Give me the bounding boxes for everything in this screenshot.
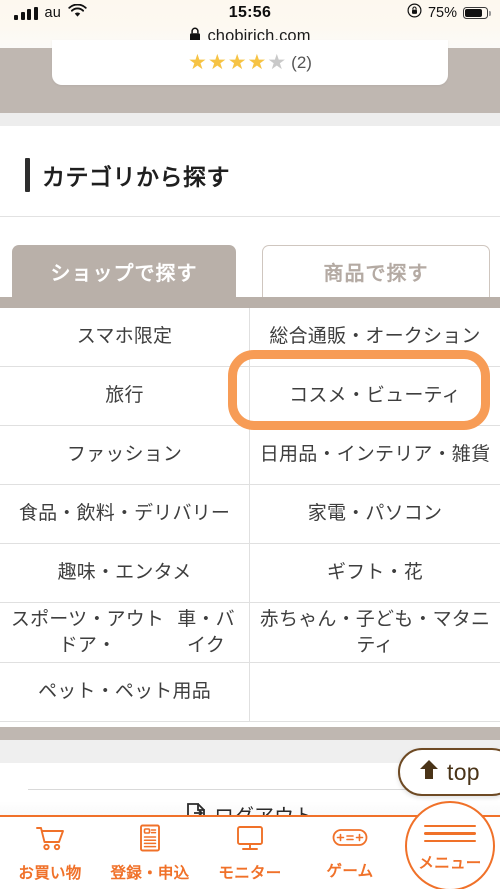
nav-item-menu[interactable]: メニュー: [400, 801, 500, 889]
bottom-navigation-bar: お買い物 登録・申込 モニター ゲーム メニュー: [0, 801, 500, 889]
heading-divider: [0, 216, 500, 217]
category-cell[interactable]: スポーツ・アウトドア・ 車・バイク: [0, 603, 250, 664]
gamepad-icon: [331, 825, 369, 856]
category-cell[interactable]: 赤ちゃん・子ども・マタニティ: [250, 603, 500, 664]
nav-item-game[interactable]: ゲーム: [300, 817, 400, 889]
star-icon: ★: [227, 51, 247, 74]
category-cell[interactable]: ギフト・花: [250, 544, 500, 603]
nav-label-menu: メニュー: [418, 855, 482, 873]
category-cell[interactable]: ペット・ペット用品: [0, 663, 250, 723]
category-tabs: ショップで探す 商品で探す: [0, 245, 500, 297]
document-form-icon: [135, 823, 165, 858]
review-count-label: (2): [291, 52, 312, 72]
tab-product-search[interactable]: 商品で探す: [262, 245, 490, 297]
nav-label-monitor: モニター: [218, 865, 282, 882]
star-icon: ★: [207, 51, 227, 74]
heading-accent-bar: [25, 157, 30, 192]
page-title: カテゴリから探す: [42, 163, 230, 190]
phone-screen: au 15:56 75% chobirich.com ★ ★ ★ ★ ★ (2)…: [0, 0, 500, 889]
nav-label-game: ゲーム: [326, 863, 374, 880]
page-bottom-band: [0, 727, 500, 740]
battery-percent-label: 75%: [427, 5, 457, 21]
nav-label-shopping: お買い物: [18, 865, 82, 882]
hamburger-menu-icon[interactable]: メニュー: [405, 801, 495, 889]
nav-item-shopping[interactable]: お買い物: [0, 817, 100, 889]
scroll-to-top-button[interactable]: top: [398, 748, 500, 796]
category-cell[interactable]: スマホ限定: [0, 308, 250, 367]
category-cell[interactable]: 日用品・インテリア・雑貨: [250, 426, 500, 485]
tab-shop-search[interactable]: ショップで探す: [12, 245, 236, 297]
monitor-icon: [233, 823, 267, 858]
nav-label-registration: 登録・申込: [110, 865, 190, 882]
rotation-lock-icon: [407, 3, 422, 23]
star-icon: ★: [247, 51, 267, 74]
category-cell[interactable]: ファッション: [0, 426, 250, 485]
star-icon-empty: ★: [267, 51, 287, 74]
category-cell[interactable]: 食品・飲料・デリバリー: [0, 485, 250, 544]
shopping-cart-icon: [33, 823, 67, 858]
footer-divider: [28, 789, 438, 790]
nav-item-monitor[interactable]: モニター: [200, 817, 300, 889]
arrow-up-icon: [418, 758, 440, 787]
battery-icon: [463, 6, 491, 20]
star-rating: ★ ★ ★ ★ ★: [188, 52, 286, 73]
nav-item-registration[interactable]: 登録・申込: [100, 817, 200, 889]
category-cell[interactable]: 総合通販・オークション: [250, 308, 500, 367]
status-bar-right: 75%: [407, 0, 491, 26]
status-bar: au 15:56 75%: [0, 0, 500, 26]
section-heading: カテゴリから探す: [0, 143, 500, 206]
category-grid: スマホ限定 総合通販・オークション 旅行 コスメ・ビューティ ファッション 日用品・インテ…: [0, 308, 500, 723]
category-cell[interactable]: 旅行: [0, 367, 250, 426]
category-cell-empty: [250, 663, 500, 723]
scroll-to-top-label: top: [447, 758, 480, 785]
category-cell[interactable]: 家電・パソコン: [250, 485, 500, 544]
category-cell[interactable]: コスメ・ビューティ: [250, 367, 500, 426]
category-cell[interactable]: 趣味・エンタメ: [0, 544, 250, 603]
review-card: ★ ★ ★ ★ ★ (2): [52, 40, 448, 85]
star-icon: ★: [188, 51, 207, 74]
page-divider-band: [0, 113, 500, 126]
tabs-underbar: [0, 297, 500, 308]
